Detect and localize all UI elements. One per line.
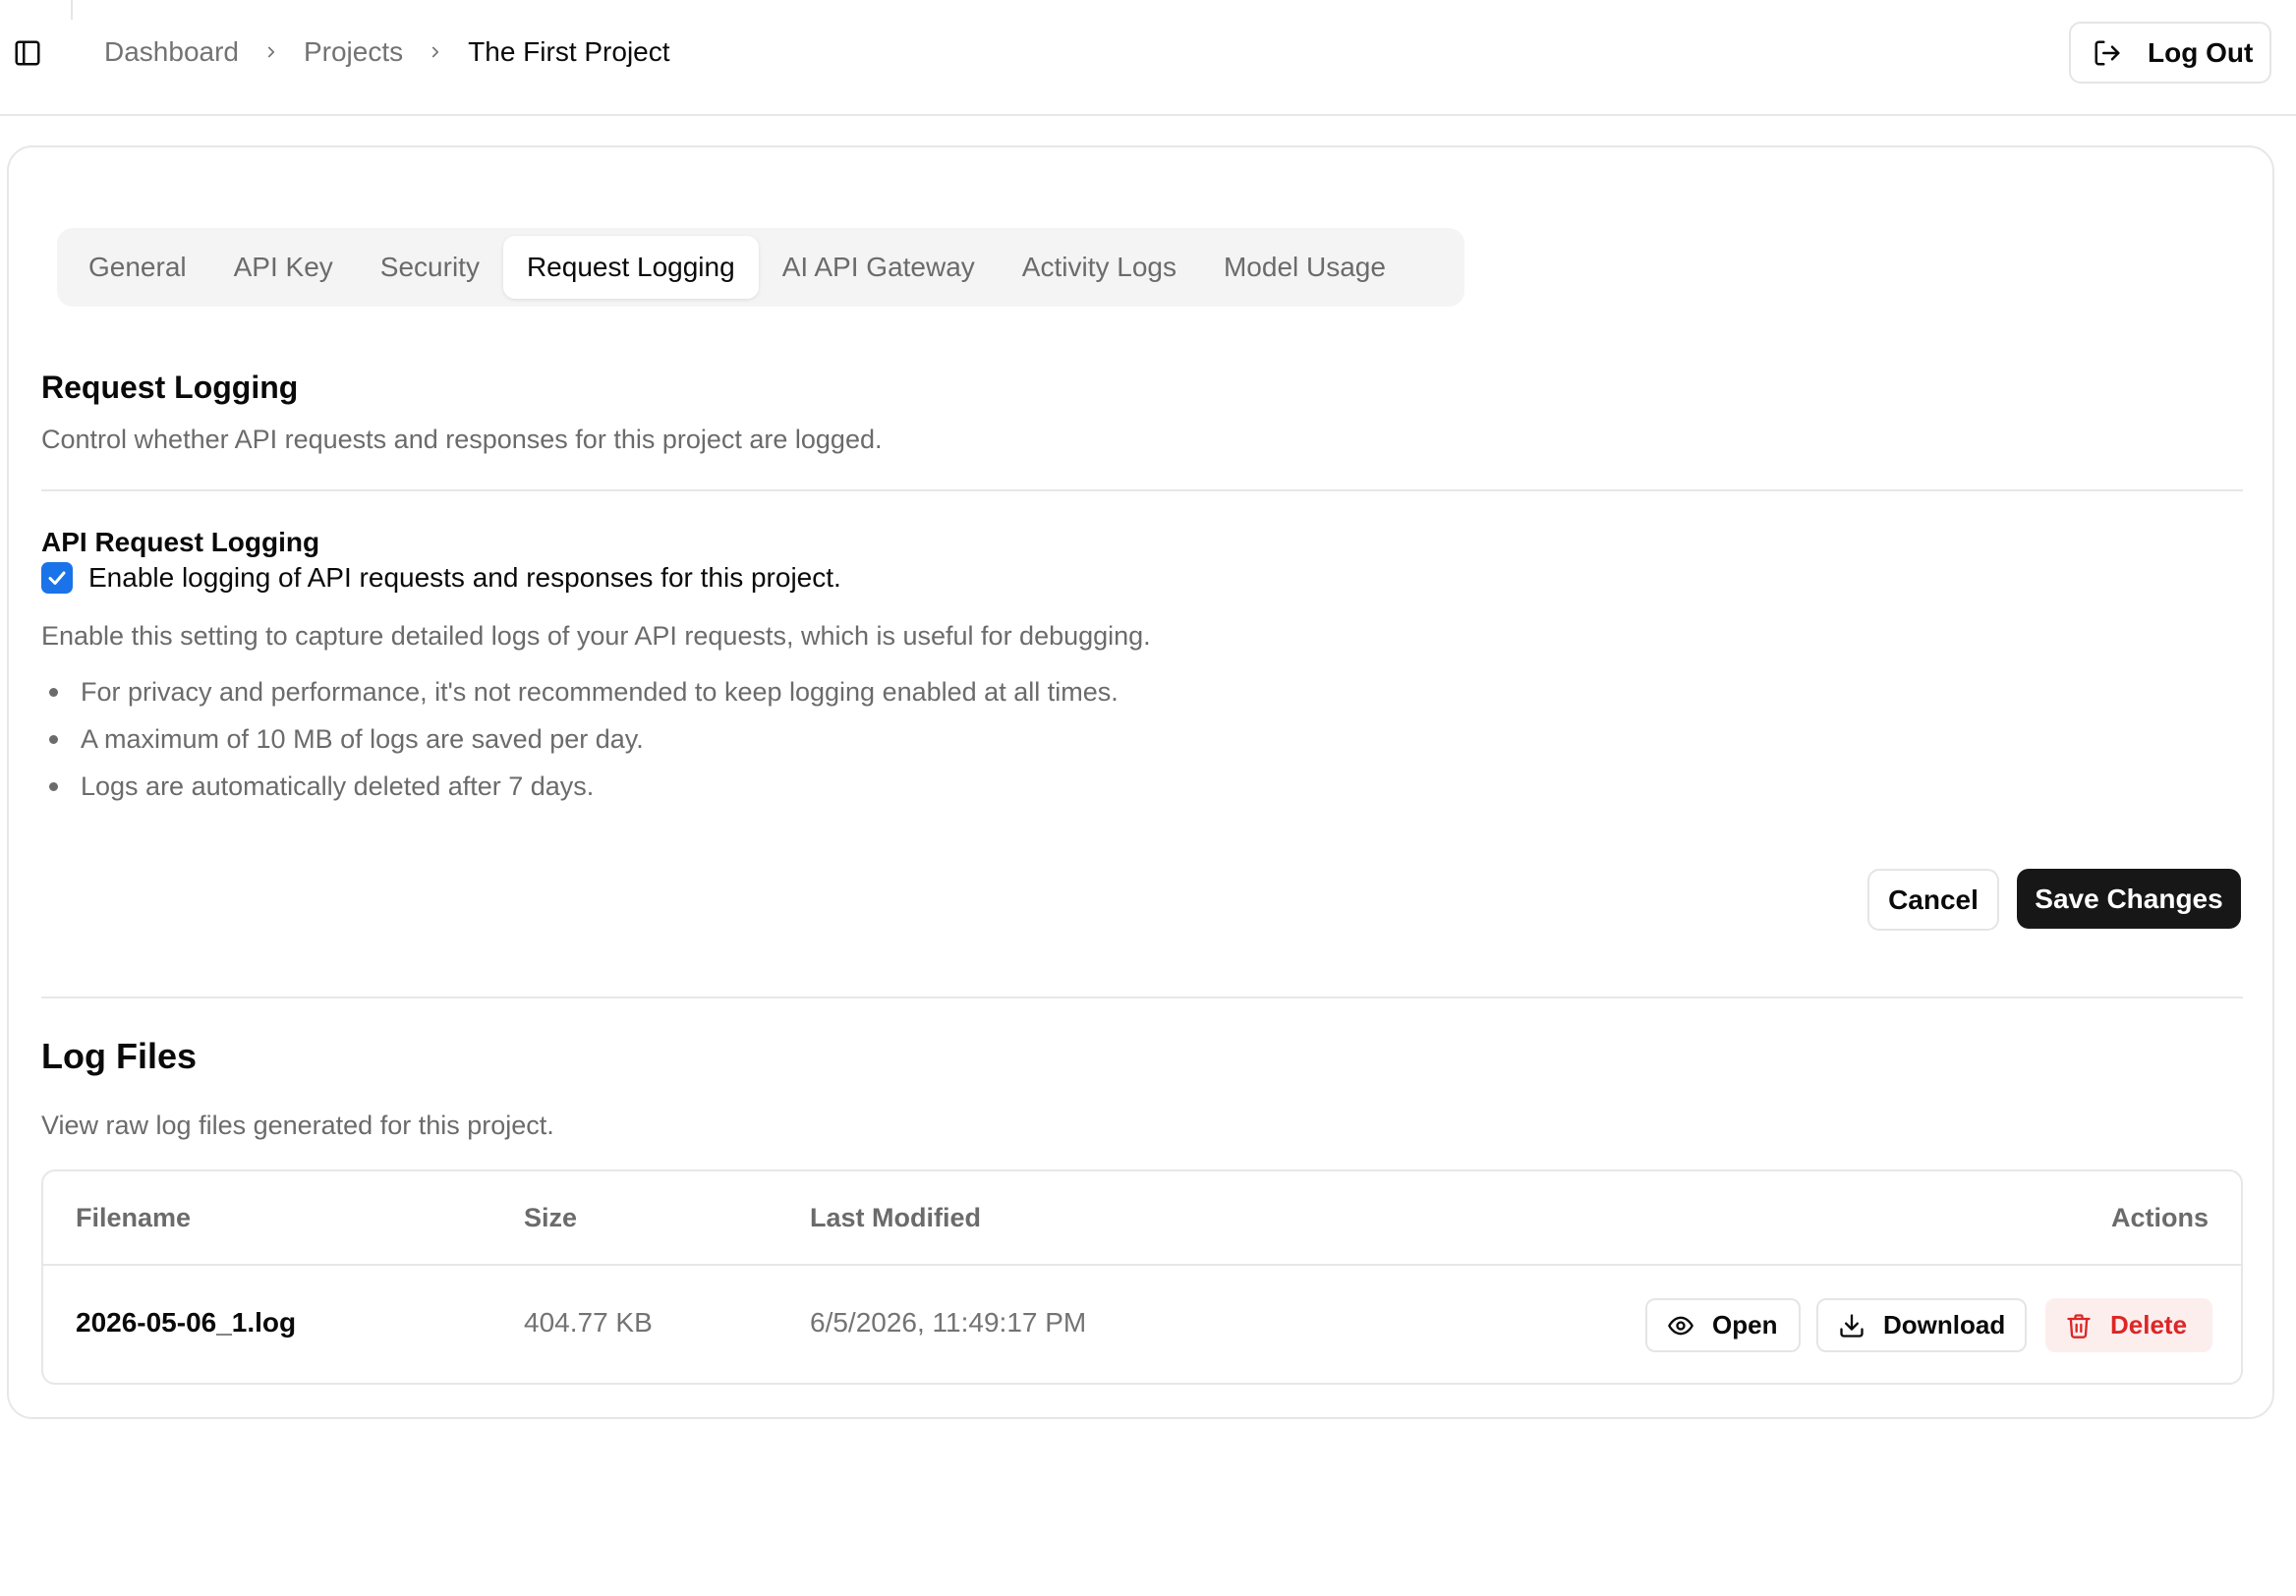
eye-icon <box>1668 1316 1693 1335</box>
tab-activity-logs[interactable]: Activity Logs <box>999 236 1200 299</box>
breadcrumb-dashboard[interactable]: Dashboard <box>104 36 239 68</box>
breadcrumb-projects[interactable]: Projects <box>304 36 403 68</box>
file-last-modified: 6/5/2026, 11:49:17 PM <box>810 1307 1087 1338</box>
file-name: 2026-05-06_1.log <box>76 1307 297 1338</box>
open-button[interactable]: Open <box>1645 1298 1801 1352</box>
list-item: For privacy and performance, it's not re… <box>41 674 1119 721</box>
enable-logging-checkbox[interactable] <box>41 562 73 594</box>
checkbox-label: Enable logging of API requests and respo… <box>88 562 841 593</box>
chevron-right-icon <box>427 43 444 61</box>
download-button[interactable]: Download <box>1816 1298 2027 1352</box>
logging-checkbox-row[interactable]: Enable logging of API requests and respo… <box>41 562 841 594</box>
tab-general[interactable]: General <box>65 236 210 299</box>
download-label: Download <box>1883 1310 2006 1340</box>
tab-model-usage[interactable]: Model Usage <box>1200 236 1409 299</box>
log-files-table: Filename Size Last Modified Actions 2026… <box>41 1169 2243 1385</box>
open-label: Open <box>1712 1310 1778 1340</box>
list-item: A maximum of 10 MB of logs are saved per… <box>41 721 1119 769</box>
field-label: API Request Logging <box>41 527 320 557</box>
delete-label: Delete <box>2110 1310 2188 1340</box>
tab-api-key[interactable]: API Key <box>210 236 357 299</box>
chevron-right-icon <box>262 43 280 61</box>
project-settings-card: General API Key Security Request Logging… <box>7 145 2274 1419</box>
info-bullet-list: For privacy and performance, it's not re… <box>41 674 1119 816</box>
section-description: Control whether API requests and respons… <box>41 425 883 454</box>
check-icon <box>48 571 66 585</box>
section-title: Request Logging <box>41 370 299 405</box>
table-header: Filename Size Last Modified Actions <box>43 1171 2241 1266</box>
divider <box>41 997 2243 998</box>
column-header-size: Size <box>524 1203 578 1232</box>
cancel-button[interactable]: Cancel <box>1867 869 1999 931</box>
logout-label: Log Out <box>2148 36 2254 68</box>
help-text: Enable this setting to capture detailed … <box>41 621 1151 651</box>
breadcrumb-current-page: The First Project <box>468 36 670 67</box>
trash-icon <box>2067 1313 2091 1339</box>
download-icon <box>1840 1313 1864 1338</box>
panel-left-icon <box>15 40 40 66</box>
settings-tabs: General API Key Security Request Logging… <box>57 228 1464 307</box>
save-changes-button[interactable]: Save Changes <box>2017 869 2241 929</box>
column-header-last-modified: Last Modified <box>810 1203 981 1232</box>
divider <box>41 489 2243 491</box>
column-header-filename: Filename <box>76 1203 192 1232</box>
breadcrumb: Dashboard Projects The First Project <box>104 29 670 75</box>
tab-security[interactable]: Security <box>357 236 503 299</box>
divider <box>71 0 73 20</box>
tab-request-logging[interactable]: Request Logging <box>502 236 759 299</box>
tab-ai-api-gateway[interactable]: AI API Gateway <box>759 236 999 299</box>
logout-button[interactable]: Log Out <box>2069 22 2271 84</box>
top-bar: Dashboard Projects The First Project Log… <box>0 0 2296 116</box>
log-files-description: View raw log files generated for this pr… <box>41 1111 554 1140</box>
column-header-actions: Actions <box>2110 1203 2209 1232</box>
list-item: Logs are automatically deleted after 7 d… <box>41 769 1119 816</box>
file-size: 404.77 KB <box>524 1307 653 1338</box>
delete-button[interactable]: Delete <box>2045 1298 2212 1352</box>
log-out-icon <box>2095 40 2120 65</box>
table-row: 2026-05-06_1.log 404.77 KB 6/5/2026, 11:… <box>43 1266 2241 1385</box>
sidebar-toggle-button[interactable] <box>12 37 43 69</box>
log-files-title: Log Files <box>41 1036 198 1076</box>
